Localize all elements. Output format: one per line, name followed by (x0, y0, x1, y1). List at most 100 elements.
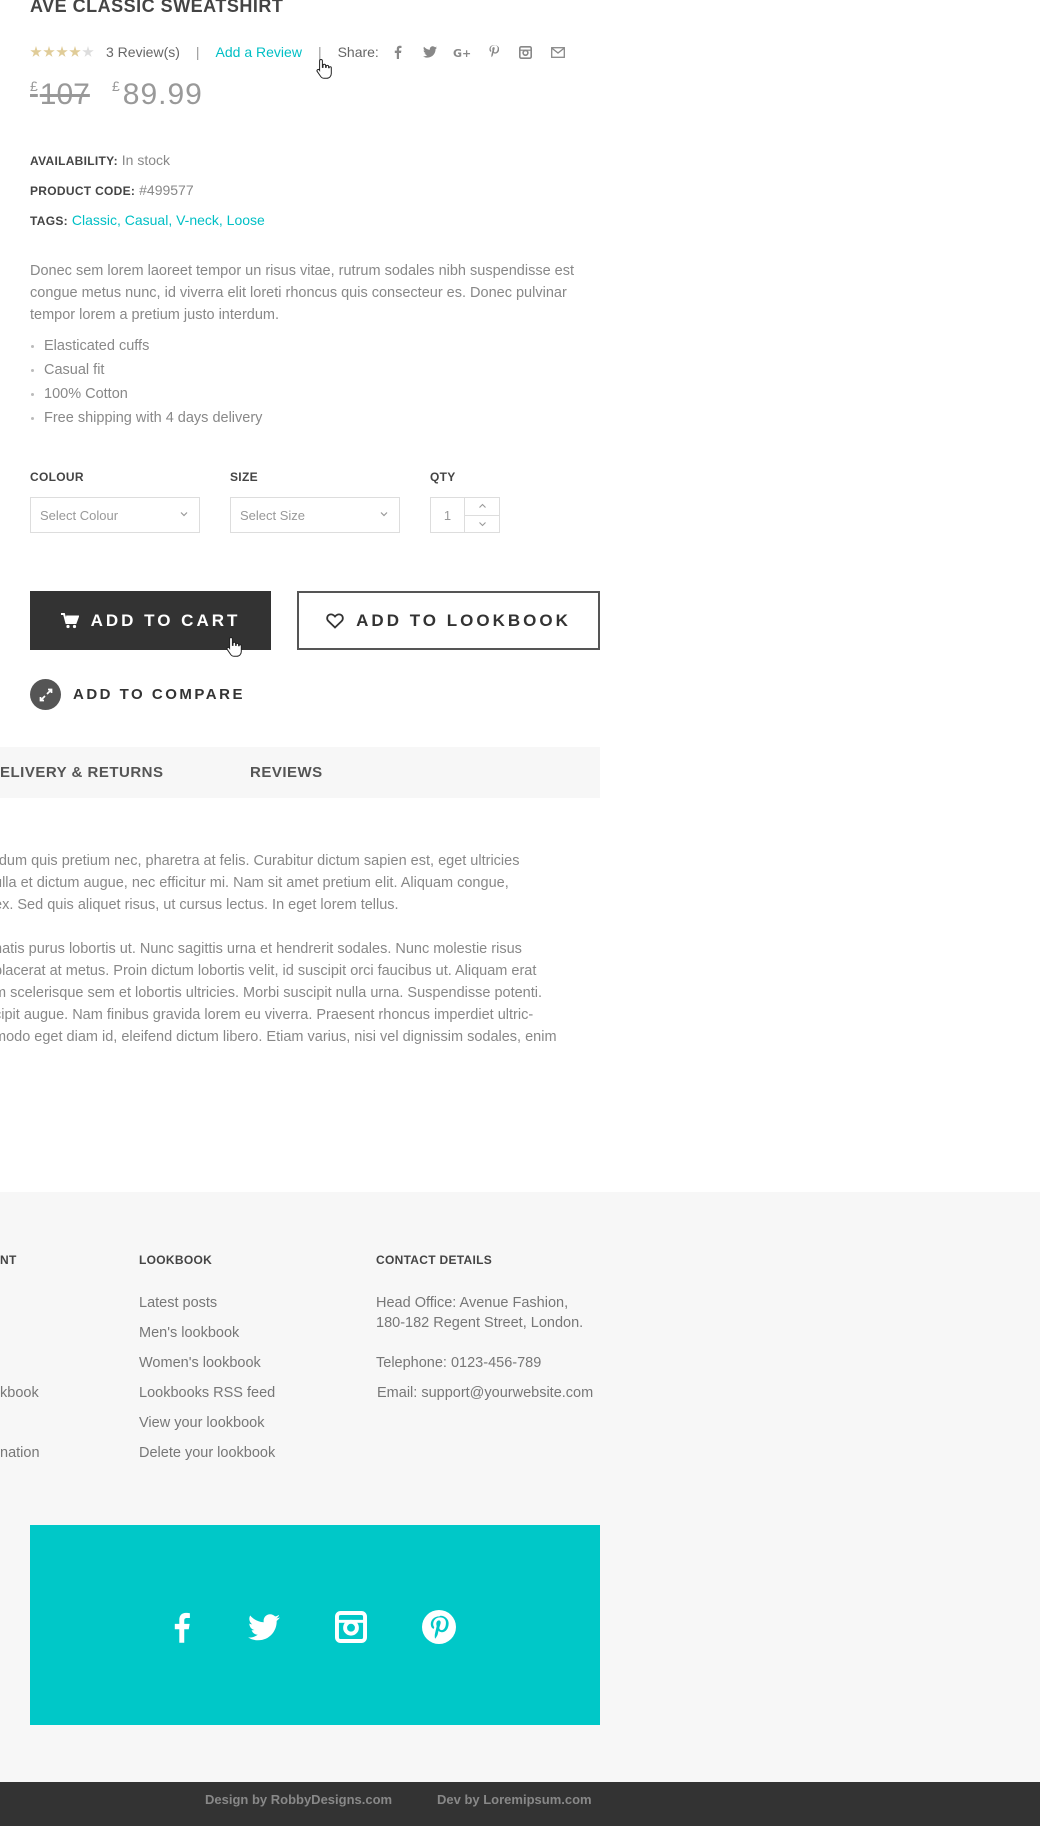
product-description: Donec sem lorem laoreet tempor un risus … (30, 263, 575, 323)
feature-item: Casual fit (30, 358, 262, 382)
tags-key: TAGS: (30, 214, 68, 228)
footer-lookbook-heading: LOOKBOOK (139, 1253, 213, 1267)
google-plus-icon[interactable]: G+ (453, 43, 471, 61)
footer-col1-link[interactable]: nation (0, 1445, 40, 1461)
product-tabs: ELIVERY & RETURNS REVIEWS (0, 747, 600, 798)
text-line: rdum quis pretium nec, pharetra at felis… (0, 853, 520, 869)
facebook-icon[interactable] (389, 43, 407, 61)
quantity-increase-button[interactable] (465, 498, 499, 516)
twitter-icon[interactable] (421, 43, 439, 61)
feature-item: Free shipping with 4 days delivery (30, 406, 262, 430)
colour-label: COLOUR (30, 470, 84, 484)
reviews-count[interactable]: 3 Review(s) (106, 44, 180, 60)
contact-email[interactable]: Email: support@yourwebsite.com (377, 1385, 593, 1401)
availability-key: AVAILABILITY: (30, 154, 118, 168)
chevron-down-icon (380, 512, 388, 517)
tab-paragraph-2: natis purus lobortis ut. Nunc sagittis u… (0, 938, 594, 1048)
footer-lookbook-link[interactable]: Women's lookbook (139, 1355, 261, 1371)
product-title: AVE CLASSIC SWEATSHIRT (30, 0, 284, 16)
size-select[interactable]: Select Size (230, 497, 400, 533)
currency-symbol: £ (112, 78, 121, 94)
tab-delivery-returns[interactable]: ELIVERY & RETURNS (0, 764, 164, 781)
text-line: ulla et dictum augue, nec efficitur mi. … (0, 875, 509, 891)
footer-lookbook-link[interactable]: Men's lookbook (139, 1325, 239, 1341)
new-price: £89.99 (112, 78, 203, 112)
quantity-input[interactable]: 1 (431, 498, 465, 532)
feature-list: Elasticated cuffs Casual fit 100% Cotton… (30, 334, 262, 430)
chevron-down-icon (478, 521, 486, 527)
text-line: m scelerisque sem et lobortis ultricies.… (0, 985, 543, 1001)
chevron-up-icon (478, 503, 486, 509)
share-label: Share: (337, 44, 379, 60)
star-icon (56, 46, 68, 57)
text-line: placerat at metus. Proin dictum lobortis… (0, 963, 537, 979)
hand-cursor-icon (226, 636, 242, 657)
social-links-panel (30, 1525, 600, 1725)
instagram-icon[interactable] (333, 1609, 369, 1645)
footer-col1-link[interactable]: kbook (0, 1385, 39, 1401)
product-tags: TAGS: Classic, Casual, V-neck, Loose (30, 212, 265, 228)
add-to-lookbook-button[interactable]: ADD TO LOOKBOOK (297, 591, 600, 650)
add-to-compare-link[interactable]: ADD TO COMPARE (30, 679, 245, 710)
footer-lookbook-link[interactable]: Delete your lookbook (139, 1445, 275, 1461)
colour-select[interactable]: Select Colour (30, 497, 200, 533)
tags-links[interactable]: Classic, Casual, V-neck, Loose (72, 212, 265, 228)
add-to-cart-label: ADD TO CART (90, 610, 241, 630)
email-icon[interactable] (549, 43, 567, 61)
star-icon (30, 46, 42, 57)
pinterest-icon[interactable] (421, 1609, 457, 1645)
chevron-down-icon (180, 512, 188, 517)
old-price: £107 (30, 78, 90, 112)
add-to-compare-label: ADD TO COMPARE (73, 686, 245, 703)
text-line: cipit augue. Nam finibus gravida lorem e… (0, 1007, 534, 1023)
quantity-decrease-button[interactable] (465, 516, 499, 533)
heart-icon (326, 612, 344, 629)
cart-icon (60, 612, 79, 628)
footer-lookbook-link[interactable]: Lookbooks RSS feed (139, 1385, 275, 1401)
separator: | (195, 44, 200, 60)
tab-reviews[interactable]: REVIEWS (250, 764, 323, 781)
new-price-value: 89.99 (122, 78, 203, 111)
feature-item: 100% Cotton (30, 382, 262, 406)
footer-col1-heading: NT (0, 1253, 17, 1267)
availability-value: In stock (121, 152, 171, 168)
currency-symbol: £ (30, 78, 38, 94)
contact-address-line2: 180-182 Regent Street, London. (376, 1315, 584, 1331)
quantity-stepper[interactable]: 1 (430, 497, 500, 533)
svg-text:G+: G+ (453, 47, 471, 58)
share-icons: G+ (389, 43, 567, 61)
star-icon (43, 46, 55, 57)
hand-cursor-icon (316, 58, 332, 79)
footer-lookbook-link[interactable]: Latest posts (139, 1295, 217, 1311)
size-label: SIZE (230, 470, 258, 484)
dev-credit[interactable]: Dev by Loremipsum.com (437, 1792, 592, 1807)
contact-address-line1: Head Office: Avenue Fashion, (376, 1295, 569, 1311)
rating-stars (30, 46, 94, 58)
old-price-value: 107 (39, 78, 90, 111)
compare-icon (30, 679, 61, 710)
add-to-lookbook-label: ADD TO LOOKBOOK (356, 610, 571, 630)
instagram-icon[interactable] (517, 43, 535, 61)
availability: AVAILABILITY: In stock (30, 152, 170, 168)
text-line: natis purus lobortis ut. Nunc sagittis u… (0, 941, 522, 957)
design-credit[interactable]: Design by RobbyDesigns.com (205, 1792, 392, 1807)
product-code: PRODUCT CODE: #499577 (30, 182, 194, 198)
footer-lookbook-link[interactable]: View your lookbook (139, 1415, 264, 1431)
tab-paragraph-1: rdum quis pretium nec, pharetra at felis… (0, 850, 594, 916)
star-empty-icon (82, 46, 94, 57)
footer-contact-heading: CONTACT DETAILS (376, 1253, 493, 1267)
contact-telephone: Telephone: 0123-456-789 (376, 1355, 542, 1371)
product-code-key: PRODUCT CODE: (30, 184, 136, 198)
colour-select-value: Select Colour (40, 507, 119, 523)
product-code-value: #499577 (139, 182, 194, 198)
facebook-icon[interactable] (164, 1609, 200, 1645)
size-select-value: Select Size (240, 507, 306, 523)
rating-share-row: 3 Review(s) | Add a Review | Share: G+ (30, 42, 567, 62)
feature-item: Elasticated cuffs (30, 334, 262, 358)
text-line: modo eget diam id, eleifend dictum liber… (0, 1029, 557, 1045)
text-line: ex. Sed quis aliquet risus, ut cursus le… (0, 897, 399, 913)
star-icon (69, 46, 81, 57)
pinterest-icon[interactable] (485, 43, 503, 61)
twitter-icon[interactable] (246, 1609, 282, 1645)
add-review-link[interactable]: Add a Review (216, 44, 302, 60)
